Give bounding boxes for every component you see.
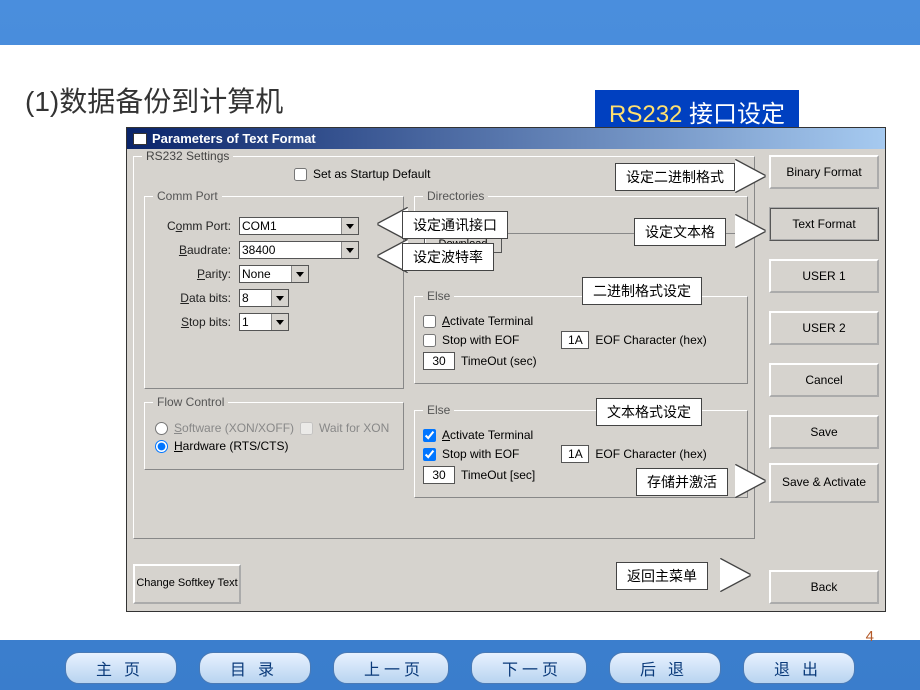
baudrate-select[interactable]: 38400 — [239, 241, 359, 259]
startup-checkbox[interactable] — [294, 168, 307, 181]
flow-control-group: Flow Control Software (XON/XOFF)Wait for… — [144, 395, 404, 470]
arrow-right-icon — [720, 559, 750, 591]
software-radio[interactable] — [155, 422, 168, 435]
timeout-2[interactable] — [423, 466, 455, 484]
arrow-right-icon — [735, 215, 765, 247]
stopbits-select[interactable]: 1 — [239, 313, 289, 331]
databits-label: Data bits: — [153, 291, 231, 305]
nav-prev[interactable]: 上一页 — [333, 652, 449, 684]
parameters-dialog: Parameters of Text Format RS232 Settings… — [126, 127, 886, 612]
arrow-right-icon — [735, 465, 765, 497]
activate-terminal-2[interactable] — [423, 429, 436, 442]
binary-format-button[interactable]: Binary Format — [769, 155, 879, 189]
back-button[interactable]: Back — [769, 570, 879, 604]
nav-exit[interactable]: 退出 — [743, 652, 855, 684]
parity-select[interactable]: None — [239, 265, 309, 283]
nav-bar: 主页 目录 上一页 下一页 后退 退出 — [0, 645, 920, 690]
callout-text-format: 设定文本格 — [634, 218, 726, 246]
save-activate-button[interactable]: Save & Activate — [769, 463, 879, 503]
stopbits-label: Stop bits: — [153, 315, 231, 329]
callout-text-settings: 文本格式设定 — [596, 398, 702, 426]
callout-binary-format: 设定二进制格式 — [615, 163, 735, 191]
nav-next[interactable]: 下一页 — [471, 652, 587, 684]
user1-button[interactable]: USER 1 — [769, 259, 879, 293]
eof-hex-1[interactable] — [561, 331, 589, 349]
baudrate-label: Baudrate: — [153, 243, 231, 257]
stop-eof-1[interactable] — [423, 334, 436, 347]
databits-select[interactable]: 8 — [239, 289, 289, 307]
comm-port-label: Comm Port: — [153, 219, 231, 233]
dialog-title: Parameters of Text Format — [152, 131, 316, 146]
save-button[interactable]: Save — [769, 415, 879, 449]
dialog-icon — [133, 133, 147, 145]
stop-eof-2[interactable] — [423, 448, 436, 461]
nav-home[interactable]: 主页 — [65, 652, 177, 684]
slide-title: (1)数据备份到计算机 — [25, 80, 283, 120]
user2-button[interactable]: USER 2 — [769, 311, 879, 345]
comm-port-select[interactable]: COM1 — [239, 217, 359, 235]
hardware-radio[interactable] — [155, 440, 168, 453]
startup-default: Set as Startup Default — [294, 167, 430, 181]
dialog-titlebar: Parameters of Text Format — [127, 128, 885, 149]
wait-xon-checkbox — [300, 422, 313, 435]
parity-label: Parity: — [153, 267, 231, 281]
activate-terminal-1[interactable] — [423, 315, 436, 328]
page-number: 4 — [866, 628, 874, 645]
callout-save-activate: 存储并激活 — [636, 468, 728, 496]
nav-back[interactable]: 后退 — [609, 652, 721, 684]
nav-toc[interactable]: 目录 — [199, 652, 311, 684]
callout-baudrate: 设定波特率 — [402, 243, 494, 271]
arrow-right-icon — [735, 160, 765, 192]
callout-comm-port: 设定通讯接口 — [402, 211, 508, 239]
callout-binary-settings: 二进制格式设定 — [582, 277, 702, 305]
change-softkey-button[interactable]: Change Softkey Text — [133, 564, 241, 604]
callout-back-main: 返回主菜单 — [616, 562, 708, 590]
text-format-button[interactable]: Text Format — [769, 207, 879, 241]
cancel-button[interactable]: Cancel — [769, 363, 879, 397]
comm-port-group: Comm Port Comm Port:COM1 Baudrate:38400 … — [144, 189, 404, 389]
sidebar: Binary Format Text Format USER 1 USER 2 … — [769, 155, 879, 503]
eof-hex-2[interactable] — [561, 445, 589, 463]
timeout-1[interactable] — [423, 352, 455, 370]
